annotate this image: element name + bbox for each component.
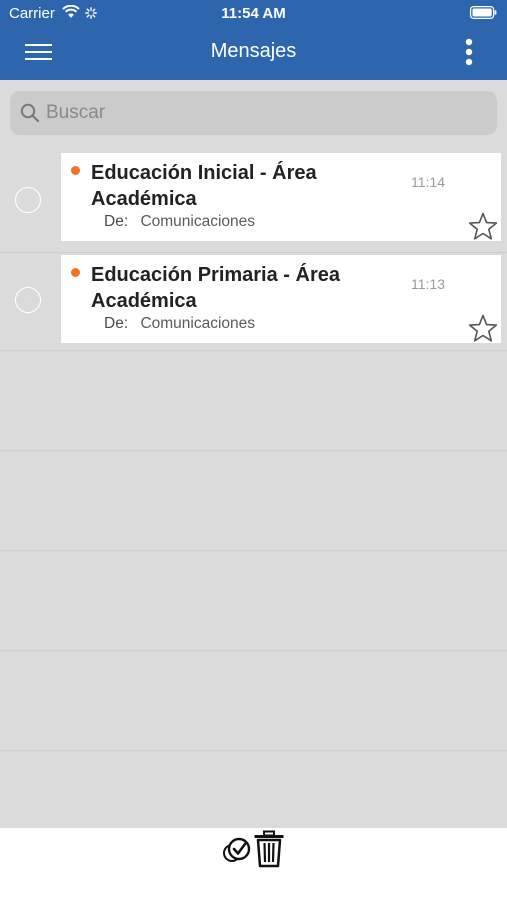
battery-icon — [470, 6, 497, 19]
page-title: Mensajes — [210, 40, 297, 62]
divider — [0, 550, 507, 551]
star-icon[interactable] — [468, 314, 498, 343]
message-sender: De: Comunicaciones — [104, 213, 255, 231]
select-all-check-icon[interactable] — [222, 834, 254, 864]
message-time: 11:14 — [411, 174, 445, 190]
sender-label: De: — [104, 315, 129, 332]
unread-indicator — [71, 268, 80, 277]
select-circle[interactable] — [15, 287, 41, 313]
toolbar — [0, 828, 507, 900]
search-bar[interactable] — [10, 91, 497, 135]
trash-icon[interactable] — [253, 830, 285, 868]
divider — [0, 450, 507, 451]
search-icon — [20, 103, 40, 123]
sender-name: Comunicaciones — [140, 213, 256, 230]
unread-indicator — [71, 166, 80, 175]
list-item[interactable]: Educación Inicial - Área Académica De: C… — [0, 152, 507, 252]
sender-name: Comunicaciones — [140, 315, 256, 332]
search-input[interactable] — [46, 99, 486, 127]
message-title: Educación Primaria - Área Académica — [91, 264, 340, 312]
star-icon[interactable] — [468, 212, 498, 241]
more-vertical-icon[interactable] — [459, 38, 479, 68]
message-list: Educación Inicial - Área Académica De: C… — [0, 80, 507, 828]
status-time: 11:54 AM — [221, 5, 286, 22]
message-card[interactable]: Educación Primaria - Área Académica De: … — [61, 255, 501, 343]
divider — [0, 750, 507, 751]
list-item[interactable]: Educación Primaria - Área Académica De: … — [0, 253, 507, 353]
select-circle[interactable] — [15, 187, 41, 213]
sender-label: De: — [104, 213, 129, 230]
message-sender: De: Comunicaciones — [104, 315, 255, 333]
message-card[interactable]: Educación Inicial - Área Académica De: C… — [61, 153, 501, 241]
navbar: Mensajes — [0, 30, 507, 78]
header: Carrier 11:54 AM Mensajes — [0, 0, 507, 80]
status-bar: Carrier 11:54 AM — [0, 0, 507, 28]
divider — [0, 350, 507, 351]
message-time: 11:13 — [411, 276, 445, 292]
message-title: Educación Inicial - Área Académica — [91, 162, 317, 210]
divider — [0, 650, 507, 651]
